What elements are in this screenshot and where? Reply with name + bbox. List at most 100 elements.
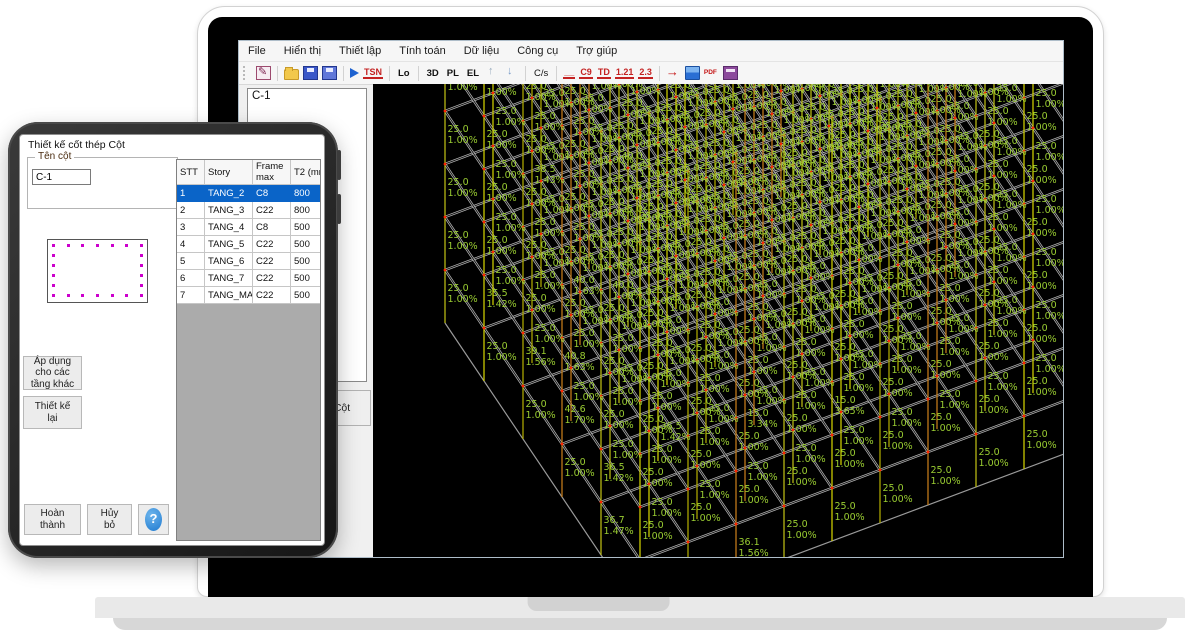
table-cell: C22 [253, 270, 291, 287]
table-header[interactable]: Frame max [253, 160, 291, 185]
tablet-mockup: Thiết kế cốt thép Cột Tên cột Áp dụng ch… [8, 122, 338, 558]
tsn-button[interactable]: TSN [363, 67, 383, 79]
view-3d-button[interactable]: 3D [425, 68, 441, 79]
table-row[interactable]: 7TANG_MAIC22500 [177, 287, 320, 304]
table-cell: 500 [291, 236, 321, 253]
td-button[interactable]: TD [597, 67, 611, 79]
rebar-dot [52, 254, 55, 257]
calculator-icon[interactable] [723, 66, 738, 80]
cs-button[interactable]: C/s [532, 68, 550, 79]
table-row[interactable]: 4TANG_5C22500 [177, 236, 320, 253]
rebar-dot [52, 274, 55, 277]
pdf-icon[interactable] [704, 66, 719, 80]
column-name-input[interactable] [32, 169, 91, 185]
app-window: FileHiển thịThiết lậpTính toánDữ liệuCôn… [238, 40, 1064, 558]
rebar-dot [140, 294, 143, 297]
rebar-dot [52, 264, 55, 267]
menu-item[interactable]: Trợ giúp [567, 41, 626, 61]
menu-item[interactable]: Hiển thị [275, 41, 330, 61]
help-button[interactable]: ? [138, 504, 169, 535]
reinforcement-label: 25.01.00% [631, 84, 661, 97]
table-row[interactable]: 5TANG_6C22500 [177, 253, 320, 270]
reinforcement-label: 25.01.00% [448, 84, 478, 93]
table-cell: TANG_6 [205, 253, 253, 270]
rebar-dot [96, 294, 99, 297]
rebar-dot [125, 244, 128, 247]
table-cell: C22 [253, 253, 291, 270]
table-row[interactable]: 6TANG_7C22500 [177, 270, 320, 287]
pen-tool-icon[interactable] [256, 66, 271, 80]
structure-3d-view[interactable]: 25.01.00%25.01.00%25.01.00%25.01.00%25.0… [373, 84, 1064, 558]
menu-item[interactable]: File [239, 41, 275, 61]
export-icon[interactable] [666, 66, 681, 80]
laptop-base-lip [113, 618, 1167, 630]
table-cell: TANG_5 [205, 236, 253, 253]
toolbar-separator [556, 66, 557, 81]
design-dialog: Thiết kế cốt thép Cột Tên cột Áp dụng ch… [19, 134, 325, 546]
dialog-title: Thiết kế cốt thép Cột [28, 139, 125, 151]
rebar-dot [52, 294, 55, 297]
apply-other-stories-button[interactable]: Áp dụng cho các tầng khác [23, 356, 82, 390]
save-all-icon[interactable] [322, 66, 337, 80]
table-cell: TANG_MAI [205, 287, 253, 304]
menu-item[interactable]: Thiết lập [330, 41, 390, 61]
c9-button[interactable]: C9 [579, 67, 593, 79]
column-list-item[interactable]: C-1 [248, 89, 366, 103]
rebar-dot [67, 294, 70, 297]
menu-item[interactable]: Công cụ [508, 41, 567, 61]
table-cell: 6 [177, 270, 205, 287]
story-table[interactable]: STTStoryFrame maxT2 (mm)1TANG_2C88002TAN… [176, 159, 321, 541]
toolbar-separator [389, 66, 390, 81]
toolbar-separator [659, 66, 660, 81]
rebar-dot [140, 284, 143, 287]
23-button[interactable]: 2.3 [638, 67, 653, 79]
table-cell: C22 [253, 287, 291, 304]
table-row[interactable]: 1TANG_2C8800 [177, 185, 320, 202]
lo-button[interactable]: Lo [396, 68, 412, 79]
rebar-dot [67, 244, 70, 247]
pl-button[interactable]: PL [445, 68, 461, 79]
table-cell: C22 [253, 236, 291, 253]
down-arrow-icon[interactable] [504, 66, 519, 80]
table-header[interactable]: STT [177, 160, 205, 185]
rebar-dot [140, 254, 143, 257]
table-cell: TANG_2 [205, 185, 253, 202]
column-name-label: Tên cột [35, 151, 74, 162]
menu-item[interactable]: Dữ liệu [455, 41, 509, 61]
table-cell: 5 [177, 253, 205, 270]
table-header[interactable]: Story [205, 160, 253, 185]
el-button[interactable]: EL [465, 68, 481, 79]
table-cell: 3 [177, 219, 205, 236]
l21-button[interactable]: 1.21 [615, 67, 635, 79]
table-row[interactable]: 2TANG_3C22800 [177, 202, 320, 219]
save-icon[interactable] [303, 66, 318, 80]
toolbar-separator [525, 66, 526, 81]
rebar-dot [52, 284, 55, 287]
open-folder-icon[interactable] [284, 69, 299, 80]
3d-wireframe: 25.01.00%25.01.00%25.01.00%25.01.00%25.0… [373, 84, 1064, 558]
table-cell: TANG_7 [205, 270, 253, 287]
table-cell: 7 [177, 287, 205, 304]
menu-bar: FileHiển thịThiết lậpTính toánDữ liệuCôn… [239, 41, 1063, 62]
column-section-preview [47, 239, 148, 303]
table-header[interactable]: T2 (mm) [291, 160, 321, 185]
table-cell: 500 [291, 287, 321, 304]
run-icon[interactable] [350, 68, 359, 78]
table-cell: 4 [177, 236, 205, 253]
table-cell: 1 [177, 185, 205, 202]
rebar-dot [140, 264, 143, 267]
page: FileHiển thịThiết lậpTính toánDữ liệuCôn… [0, 0, 1200, 630]
rebar-dot [81, 294, 84, 297]
reinforcement-label: 25.01.00% [736, 84, 766, 91]
up-arrow-icon[interactable] [485, 66, 500, 80]
redesign-button[interactable]: Thiết kế lại [23, 396, 82, 429]
cancel-button[interactable]: Hủy bỏ [87, 504, 132, 535]
menu-item[interactable]: Tính toán [390, 41, 454, 61]
rebar-dot [81, 244, 84, 247]
underline-button[interactable]: __ [563, 67, 575, 79]
screen-icon[interactable] [685, 66, 700, 80]
finish-button[interactable]: Hoàn thành [24, 504, 81, 535]
table-row[interactable]: 3TANG_4C8500 [177, 219, 320, 236]
reinforcement-label: 25.01.00% [487, 84, 517, 98]
table-cell: 500 [291, 219, 321, 236]
